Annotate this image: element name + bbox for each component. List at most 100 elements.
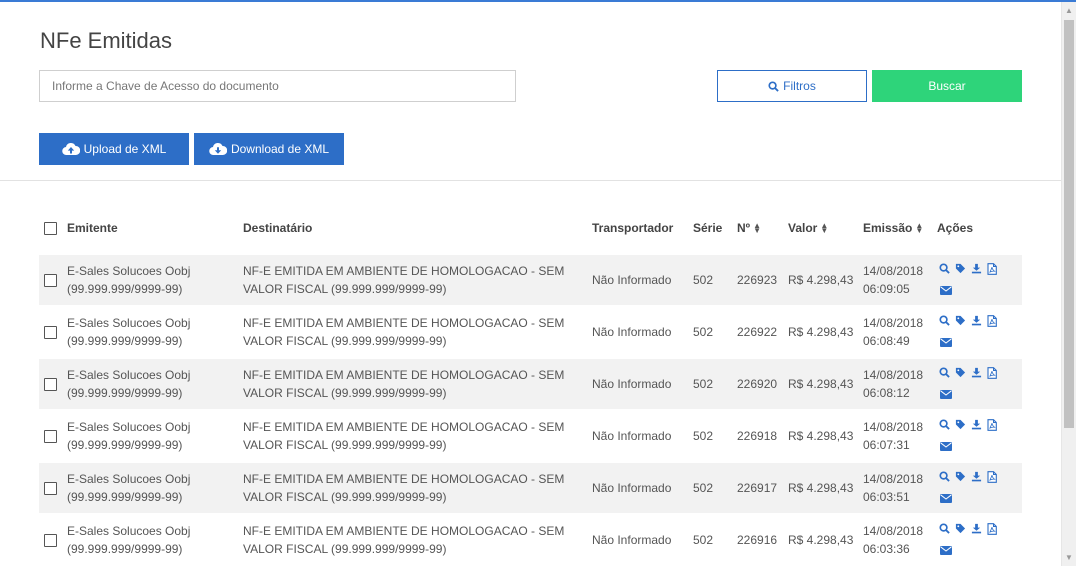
pdf-icon[interactable] xyxy=(987,470,997,486)
emitente-name: E-Sales Solucoes Oobj xyxy=(67,368,191,382)
search-icon[interactable] xyxy=(939,315,950,329)
access-key-search-input[interactable] xyxy=(39,70,516,102)
emissao-cell: 14/08/2018 06:09:05 xyxy=(863,255,923,305)
row-checkbox[interactable] xyxy=(44,429,57,443)
search-icon[interactable] xyxy=(939,367,950,381)
header-emitente: Emitente xyxy=(67,221,118,235)
download-icon[interactable] xyxy=(971,263,982,277)
search-icon[interactable] xyxy=(939,419,950,433)
tag-icon[interactable] xyxy=(955,471,966,485)
main-viewport: NFe Emitidas Filtros Buscar Upload de XM… xyxy=(0,2,1061,566)
scroll-up-arrow-icon[interactable]: ▲ xyxy=(1065,6,1073,15)
tag-icon[interactable] xyxy=(955,419,966,433)
download-icon[interactable] xyxy=(971,419,982,433)
emitente-cell: E-Sales Solucoes Oobj (99.999.999/9999-9… xyxy=(67,307,237,357)
header-serie: Série xyxy=(693,221,723,235)
row-select-cell xyxy=(44,515,57,565)
table-row: E-Sales Solucoes Oobj (99.999.999/9999-9… xyxy=(39,307,1022,357)
select-all-checkbox[interactable] xyxy=(44,221,57,235)
filters-button-label: Filtros xyxy=(783,79,816,93)
search-icon[interactable] xyxy=(939,523,950,537)
row-checkbox[interactable] xyxy=(44,325,57,339)
numero-cell: 226916 xyxy=(737,533,778,547)
scroll-thumb[interactable] xyxy=(1064,20,1074,428)
select-all-cell xyxy=(44,213,57,243)
emissao-cell: 14/08/2018 06:03:51 xyxy=(863,463,923,513)
tag-icon[interactable] xyxy=(955,523,966,537)
envelope-icon[interactable] xyxy=(940,284,952,298)
acoes-cell xyxy=(939,359,997,409)
destinatario-cell: NF-E EMITIDA EM AMBIENTE DE HOMOLOGACAO … xyxy=(243,515,583,565)
destinatario-cell: NF-E EMITIDA EM AMBIENTE DE HOMOLOGACAO … xyxy=(243,463,583,513)
header-transportador: Transportador xyxy=(592,221,674,235)
row-checkbox[interactable] xyxy=(44,481,57,495)
envelope-icon[interactable] xyxy=(940,440,952,454)
destinatario-line2: VALOR FISCAL (99.999.999/9999-99) xyxy=(243,334,447,348)
valor-cell: R$ 4.298,43 xyxy=(788,325,854,339)
envelope-icon[interactable] xyxy=(940,492,952,506)
emissao-time: 06:08:12 xyxy=(863,386,910,400)
destinatario-cell: NF-E EMITIDA EM AMBIENTE DE HOMOLOGACAO … xyxy=(243,255,583,305)
filters-button[interactable]: Filtros xyxy=(717,70,867,102)
download-icon[interactable] xyxy=(971,471,982,485)
transportador-cell: Não Informado xyxy=(592,533,672,547)
tag-icon[interactable] xyxy=(955,263,966,277)
sort-icon: ▲ ▼ xyxy=(753,221,761,235)
destinatario-cell: NF-E EMITIDA EM AMBIENTE DE HOMOLOGACAO … xyxy=(243,359,583,409)
envelope-icon[interactable] xyxy=(940,544,952,558)
upload-xml-button[interactable]: Upload de XML xyxy=(39,133,189,165)
cloud-download-icon xyxy=(209,142,227,156)
pdf-icon[interactable] xyxy=(987,366,997,382)
emitente-cell: E-Sales Solucoes Oobj (99.999.999/9999-9… xyxy=(67,463,237,513)
serie-cell: 502 xyxy=(693,273,714,287)
emissao-date: 14/08/2018 xyxy=(863,420,924,434)
search-icon[interactable] xyxy=(939,471,950,485)
emissao-cell: 14/08/2018 06:08:12 xyxy=(863,359,923,409)
tag-icon[interactable] xyxy=(955,315,966,329)
pdf-icon[interactable] xyxy=(987,418,997,434)
row-select-cell xyxy=(44,255,57,305)
envelope-icon[interactable] xyxy=(940,336,952,350)
emitente-doc: (99.999.999/9999-99) xyxy=(67,542,183,556)
download-xml-button[interactable]: Download de XML xyxy=(194,133,344,165)
header-emissao-label: Emissão xyxy=(863,221,913,235)
destinatario-line2: VALOR FISCAL (99.999.999/9999-99) xyxy=(243,282,447,296)
search-icon[interactable] xyxy=(939,263,950,277)
page-title: NFe Emitidas xyxy=(40,28,173,53)
serie-cell: 502 xyxy=(693,429,714,443)
row-checkbox[interactable] xyxy=(44,377,57,391)
acoes-cell xyxy=(939,255,997,305)
header-valor[interactable]: Valor ▲ ▼ xyxy=(788,213,828,243)
pdf-icon[interactable] xyxy=(987,522,997,538)
emitente-doc: (99.999.999/9999-99) xyxy=(67,386,183,400)
envelope-icon[interactable] xyxy=(940,388,952,402)
destinatario-line2: VALOR FISCAL (99.999.999/9999-99) xyxy=(243,490,447,504)
header-numero[interactable]: Nº ▲ ▼ xyxy=(737,213,761,243)
header-emissao[interactable]: Emissão ▲ ▼ xyxy=(863,213,923,243)
search-button[interactable]: Buscar xyxy=(872,70,1022,102)
tag-icon[interactable] xyxy=(955,367,966,381)
scroll-down-arrow-icon[interactable]: ▼ xyxy=(1065,553,1073,562)
acoes-cell xyxy=(939,307,997,357)
row-checkbox[interactable] xyxy=(44,273,57,287)
emissao-time: 06:08:49 xyxy=(863,334,910,348)
emissao-date: 14/08/2018 xyxy=(863,524,924,538)
vertical-scrollbar[interactable]: ▲ ▼ xyxy=(1061,2,1076,566)
row-select-cell xyxy=(44,307,57,357)
header-numero-label: Nº xyxy=(737,221,751,235)
emitente-name: E-Sales Solucoes Oobj xyxy=(67,472,191,486)
download-icon[interactable] xyxy=(971,367,982,381)
sort-icon: ▲ ▼ xyxy=(820,221,829,235)
pdf-icon[interactable] xyxy=(987,314,997,330)
header-card: NFe Emitidas Filtros Buscar Upload de XM… xyxy=(0,2,1061,181)
download-icon[interactable] xyxy=(971,523,982,537)
row-checkbox[interactable] xyxy=(44,533,57,547)
valor-cell: R$ 4.298,43 xyxy=(788,377,854,391)
emitente-doc: (99.999.999/9999-99) xyxy=(67,490,183,504)
pdf-icon[interactable] xyxy=(987,262,997,278)
transportador-cell: Não Informado xyxy=(592,377,672,391)
transportador-cell: Não Informado xyxy=(592,481,672,495)
row-select-cell xyxy=(44,411,57,461)
download-icon[interactable] xyxy=(971,315,982,329)
emissao-cell: 14/08/2018 06:03:36 xyxy=(863,515,923,565)
